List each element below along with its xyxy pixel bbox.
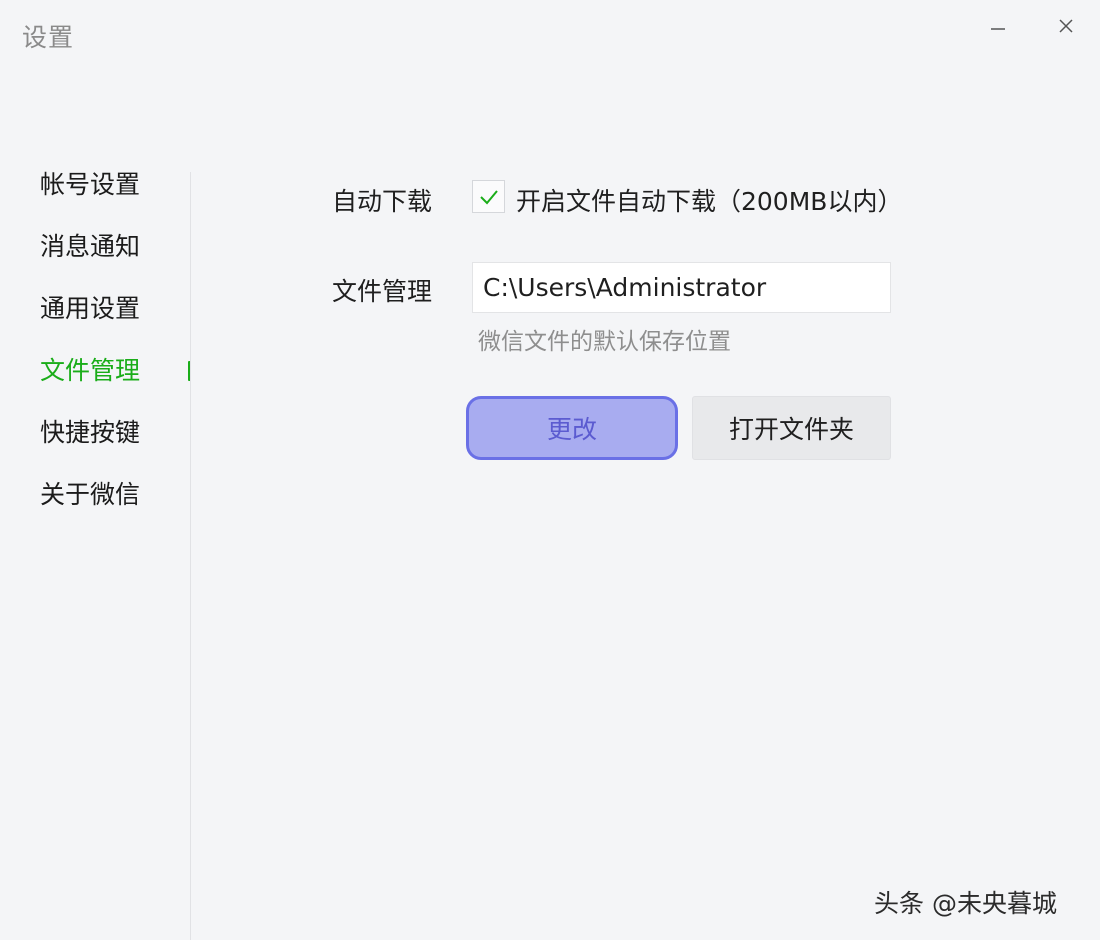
checkmark-icon [479,189,498,204]
close-button[interactable] [1046,8,1086,44]
sidebar-item-account[interactable]: 帐号设置 [40,165,185,205]
change-button[interactable]: 更改 [466,396,678,460]
auto-download-label: 自动下载 [332,187,433,216]
minimize-button[interactable] [978,8,1018,44]
sidebar-divider [190,172,191,940]
file-path-helper-text: 微信文件的默认保存位置 [478,329,731,355]
minimize-icon [991,28,1005,30]
open-folder-button[interactable]: 打开文件夹 [692,396,891,460]
watermark: 头条 @未央暮城 [874,889,1057,918]
file-path-input[interactable] [472,262,891,313]
auto-download-checkbox[interactable] [472,180,505,213]
sidebar-item-general[interactable]: 通用设置 [40,289,185,329]
sidebar-item-file-management[interactable]: 文件管理 [40,351,185,391]
sidebar-item-notifications[interactable]: 消息通知 [40,227,185,267]
close-icon [1059,19,1073,33]
settings-window: 设置 帐号设置 消息通知 通用设置 文件管理 快捷按键 关于微信 自动下载 开启… [0,0,1100,940]
auto-download-checkbox-label[interactable]: 开启文件自动下载（200MB以内） [516,182,902,218]
file-management-label: 文件管理 [332,277,433,306]
window-title: 设置 [22,23,75,52]
sidebar-item-shortcuts[interactable]: 快捷按键 [40,413,185,453]
sidebar-item-about[interactable]: 关于微信 [40,475,185,515]
